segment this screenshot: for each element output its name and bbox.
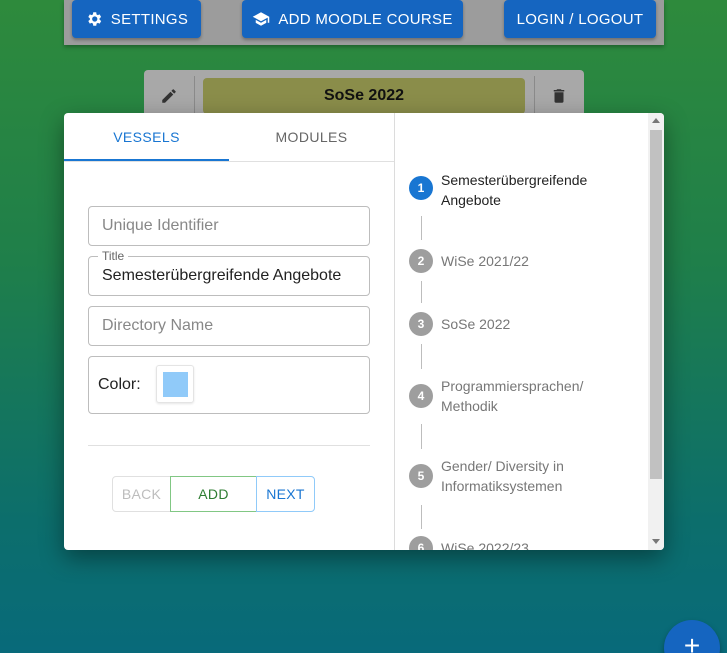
- divider: [534, 76, 535, 116]
- step-connector: [421, 216, 422, 240]
- tab-vessels[interactable]: VESSELS: [64, 113, 229, 161]
- step-connector: [421, 424, 422, 449]
- add-vessel-dialog: VESSELS MODULES Unique Identifier Title …: [64, 113, 664, 550]
- edit-icon[interactable]: [160, 87, 178, 105]
- directory-name-placeholder: Directory Name: [102, 317, 214, 334]
- step-connector: [421, 281, 422, 303]
- step-number: 5: [409, 464, 433, 488]
- step-label: WiSe 2021/22: [441, 253, 529, 269]
- active-tab-indicator: [64, 159, 229, 161]
- add-moodle-course-button[interactable]: ADD MOODLE COURSE: [242, 0, 463, 38]
- settings-button[interactable]: SETTINGS: [72, 0, 201, 38]
- semester-name[interactable]: SoSe 2022: [203, 78, 525, 114]
- title-legend: Title: [98, 249, 129, 263]
- step-label: SoSe 2022: [441, 316, 511, 332]
- step-label: Semesterübergreifende Angebote: [441, 172, 588, 208]
- tab-bar: VESSELS MODULES: [64, 113, 394, 162]
- step-number: 2: [409, 249, 433, 273]
- step-label: Gender/ Diversity in Informatiksystemen: [441, 458, 564, 494]
- step-label: WiSe 2022/23: [441, 540, 529, 550]
- scroll-down-arrow-icon[interactable]: [652, 539, 660, 544]
- step-number: 1: [409, 176, 433, 200]
- school-icon: [253, 12, 270, 26]
- stepper-panel: 1 Semesterübergreifende Angebote 2 WiSe …: [395, 113, 648, 550]
- settings-label: SETTINGS: [110, 10, 189, 28]
- scrollbar-thumb[interactable]: [650, 130, 662, 479]
- divider: [194, 76, 195, 116]
- add-button[interactable]: ADD: [170, 476, 257, 512]
- stepper-scrollbar[interactable]: [648, 113, 664, 550]
- login-logout-button[interactable]: LOGIN / LOGOUT: [504, 0, 656, 38]
- add-moodle-course-label: ADD MOODLE COURSE: [278, 10, 453, 28]
- scroll-up-arrow-icon[interactable]: [652, 118, 660, 123]
- title-field[interactable]: Title Semesterübergreifende Angebote: [88, 249, 370, 296]
- step-connector: [421, 344, 422, 369]
- step-label: Programmiersprachen/ Methodik: [441, 378, 584, 414]
- color-picker[interactable]: [156, 365, 194, 403]
- add-fab-button[interactable]: +: [664, 620, 720, 653]
- color-swatch: [163, 372, 188, 397]
- form-panel: VESSELS MODULES Unique Identifier Title …: [64, 113, 394, 550]
- delete-icon[interactable]: [550, 87, 568, 105]
- color-label: Color:: [98, 376, 141, 393]
- login-logout-label: LOGIN / LOGOUT: [516, 10, 644, 28]
- step-number: 3: [409, 312, 433, 336]
- gear-icon: [88, 12, 101, 26]
- tab-modules[interactable]: MODULES: [229, 113, 394, 161]
- step-number: 6: [409, 536, 433, 550]
- next-button[interactable]: NEXT: [256, 476, 315, 512]
- directory-name-field[interactable]: Directory Name: [88, 306, 370, 346]
- step-number: 4: [409, 384, 433, 408]
- top-toolbar: SETTINGS ADD MOODLE COURSE LOGIN / LOGOU…: [64, 0, 664, 45]
- plus-icon: +: [683, 630, 701, 653]
- unique-identifier-field[interactable]: Unique Identifier: [88, 206, 370, 246]
- unique-identifier-placeholder: Unique Identifier: [102, 217, 219, 234]
- title-value: Semesterübergreifende Angebote: [102, 267, 342, 284]
- color-field: Color:: [88, 356, 370, 414]
- divider: [88, 445, 370, 446]
- back-button[interactable]: BACK: [112, 476, 171, 512]
- step-connector: [421, 505, 422, 529]
